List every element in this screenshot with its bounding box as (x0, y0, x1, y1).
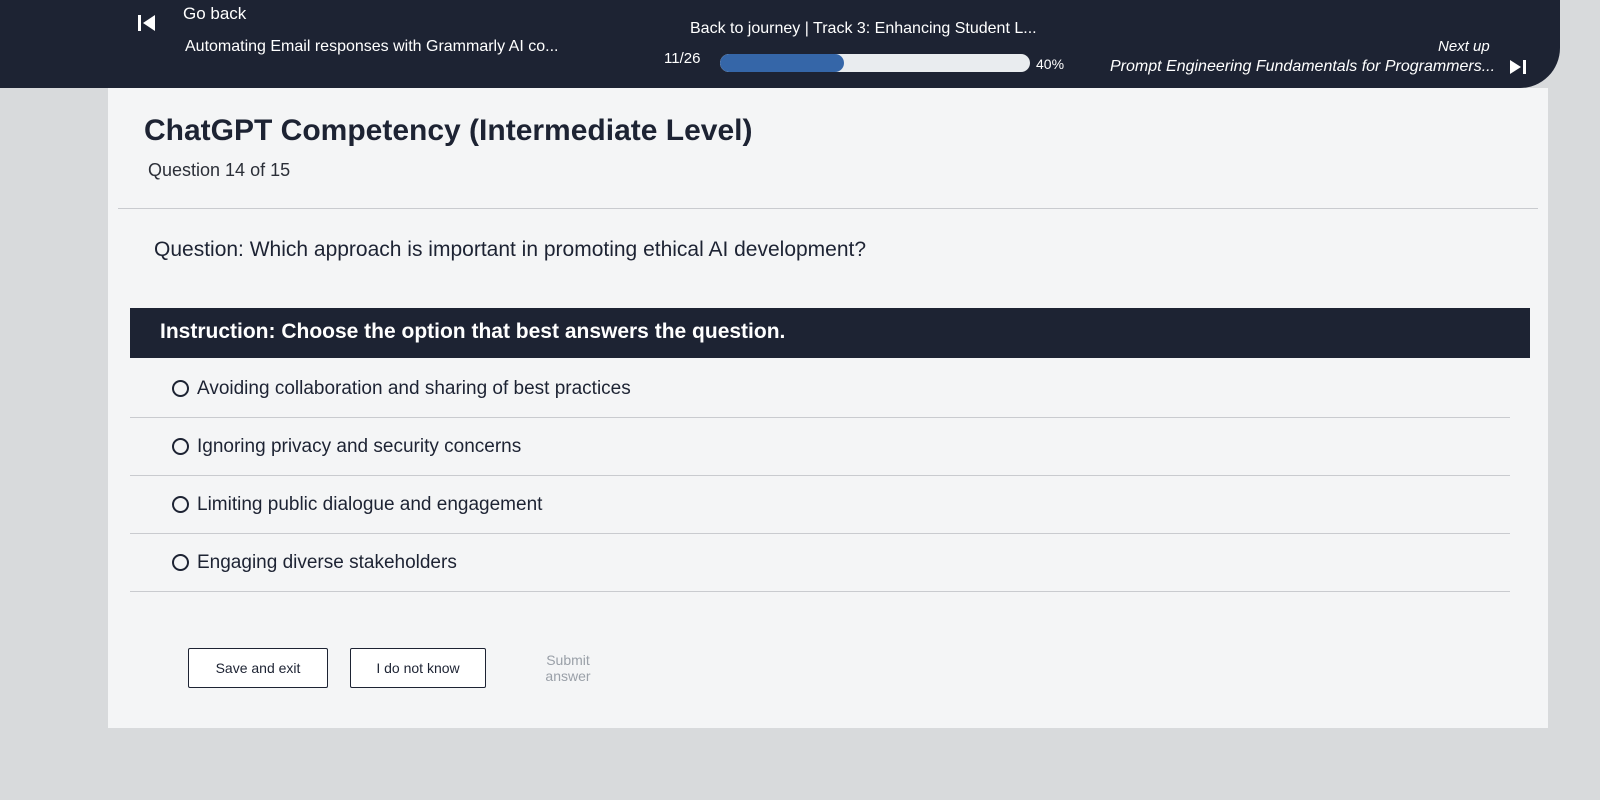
quiz-title: ChatGPT Competency (Intermediate Level) (144, 114, 753, 147)
skip-previous-icon[interactable] (138, 12, 160, 34)
question-text: Question: Which approach is important in… (154, 238, 867, 261)
answer-option[interactable]: Engaging diverse stakeholders (130, 534, 1510, 592)
top-navigation-bar: Go back Automating Email responses with … (0, 0, 1560, 88)
radio-unchecked-icon[interactable] (172, 438, 189, 455)
submit-answer-button[interactable]: Submit answer (508, 648, 628, 688)
radio-unchecked-icon[interactable] (172, 496, 189, 513)
answer-option[interactable]: Ignoring privacy and security concerns (130, 418, 1510, 476)
quiz-card: ChatGPT Competency (Intermediate Level) … (108, 88, 1548, 728)
answer-option-label: Limiting public dialogue and engagement (197, 493, 543, 515)
answer-option[interactable]: Limiting public dialogue and engagement (130, 476, 1510, 534)
progress-percent: 40% (1036, 56, 1065, 72)
answer-option[interactable]: Avoiding collaboration and sharing of be… (130, 360, 1510, 418)
back-to-journey-link[interactable]: Back to journey | Track 3: Enhancing Stu… (690, 20, 1037, 38)
radio-unchecked-icon[interactable] (172, 554, 189, 571)
next-lesson-title[interactable]: Prompt Engineering Fundamentals for Prog… (1110, 58, 1495, 76)
progress-bar (720, 54, 1030, 72)
answer-option-label: Ignoring privacy and security concerns (197, 435, 522, 457)
progress-bar-fill (720, 54, 844, 72)
save-and-exit-button[interactable]: Save and exit (188, 648, 328, 688)
answer-option-label: Engaging diverse stakeholders (197, 551, 457, 573)
progress-count: 11/26 (664, 50, 701, 67)
question-counter: Question 14 of 15 (148, 160, 291, 180)
go-back-link[interactable]: Go back (183, 4, 246, 24)
quiz-actions: Save and exit I do not know Submit answe… (188, 648, 650, 688)
answer-options: Avoiding collaboration and sharing of be… (130, 360, 1510, 592)
i-do-not-know-button[interactable]: I do not know (350, 648, 486, 688)
instruction-banner: Instruction: Choose the option that best… (130, 308, 1530, 358)
answer-option-label: Avoiding collaboration and sharing of be… (197, 377, 631, 399)
skip-next-icon[interactable] (1510, 58, 1532, 76)
next-up-label: Next up (1438, 38, 1490, 55)
divider (118, 208, 1538, 209)
radio-unchecked-icon[interactable] (172, 380, 189, 397)
previous-lesson-title[interactable]: Automating Email responses with Grammarl… (185, 38, 558, 56)
